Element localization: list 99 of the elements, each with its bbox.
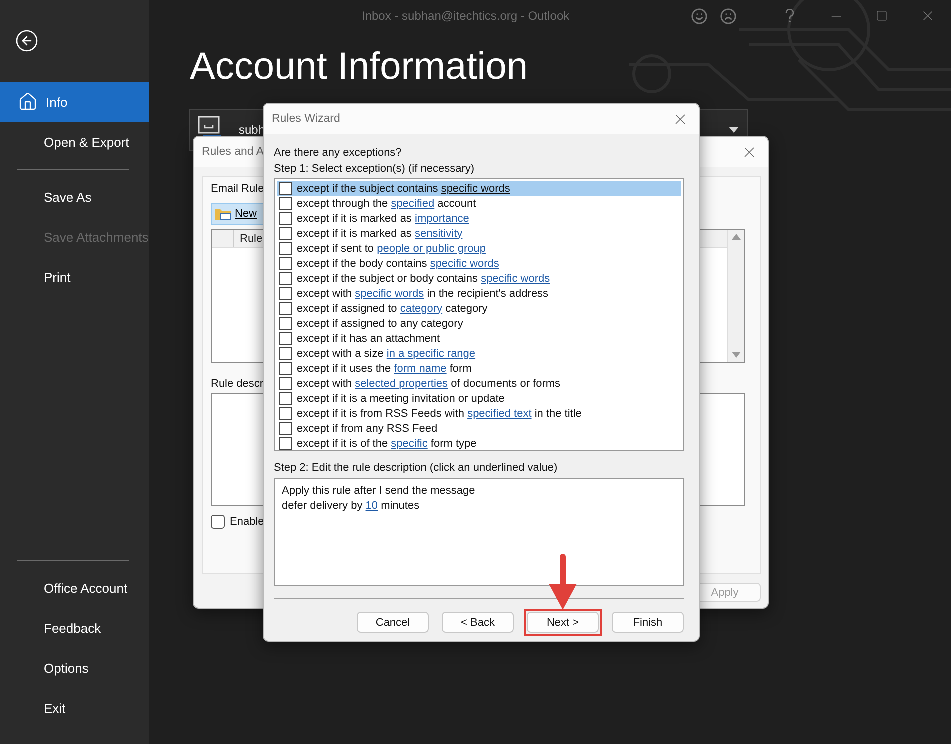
exception-row[interactable]: except if it is marked as sensitivity (277, 226, 681, 241)
description-line: Apply this rule after I send the message (282, 484, 476, 499)
exception-row[interactable]: except if from any RSS Feed (277, 421, 681, 436)
exception-row[interactable]: except with selected properties of documents or forms (277, 376, 681, 391)
exception-row[interactable]: except if the body contains specific words (277, 256, 681, 271)
checkbox[interactable] (279, 392, 292, 405)
exception-label: except if the subject or body contains specific words (297, 272, 550, 284)
tab-label[interactable]: Email Rule (211, 183, 264, 195)
sidebar-item[interactable]: Office Account (0, 568, 149, 608)
exception-row[interactable]: except if it is a meeting invitation or update (277, 391, 681, 406)
exception-label: except if it is marked as sensitivity (297, 228, 463, 240)
link[interactable]: specified text (468, 408, 532, 420)
exception-label: except if assigned to any category (297, 318, 464, 330)
exception-row[interactable]: except if the subject contains specific words (277, 181, 681, 196)
frown-icon[interactable] (720, 8, 737, 24)
exception-label: except if it uses the form name form (297, 362, 472, 374)
exception-row[interactable]: except with a size in a specific range (277, 346, 681, 361)
exception-row[interactable]: except if it has an attachment (277, 331, 681, 346)
link[interactable]: specific words (481, 272, 550, 284)
column-header[interactable]: Rule (234, 232, 263, 244)
exception-label: except if it is a meeting invitation or update (297, 392, 505, 404)
wizard-button[interactable]: < Back (442, 612, 514, 633)
checkbox[interactable] (279, 422, 292, 435)
checkbox[interactable] (279, 302, 292, 315)
wizard-button[interactable]: Next > (527, 612, 599, 633)
exception-row[interactable]: except if it is from RSS Feeds with specified text in the title (277, 406, 681, 421)
sidebar-item[interactable]: Info (0, 82, 149, 122)
exception-label: except if it has an attachment (297, 332, 440, 344)
sidebar-item[interactable]: Options (0, 648, 149, 688)
step-label: Step 2: Edit the rule description (click an underlined value) (274, 461, 559, 476)
exception-row[interactable]: except if it is of the specific form type (277, 436, 681, 451)
checkbox[interactable] (279, 332, 292, 345)
exception-label: except with specific words in the recipient's address (297, 288, 549, 300)
exception-row[interactable]: except if sent to people or public group (277, 241, 681, 256)
exception-row[interactable]: except if the subject or body contains specific words (277, 271, 681, 286)
link[interactable]: specific words (441, 182, 510, 194)
sidebar-item[interactable]: Exit (0, 688, 149, 728)
exception-row[interactable]: except if assigned to any category (277, 316, 681, 331)
exception-label: except if from any RSS Feed (297, 422, 438, 434)
sidebar-item[interactable]: Open & Export (0, 122, 149, 162)
caret-icon (729, 127, 739, 133)
checkbox[interactable] (279, 197, 292, 210)
link[interactable]: specific words (355, 288, 424, 300)
step-label: Step 1: Select exception(s) (if necessary) (274, 162, 476, 177)
home-icon (18, 92, 38, 112)
checkbox[interactable] (211, 515, 225, 529)
link[interactable]: selected properties (355, 378, 448, 390)
link[interactable]: form name (394, 362, 447, 374)
link[interactable]: sensitivity (415, 228, 463, 240)
exception-label: except with a size in a specific range (297, 348, 476, 360)
link[interactable]: 10 (366, 500, 378, 512)
sidebar-item[interactable]: Print (0, 257, 149, 297)
back-icon[interactable] (15, 29, 39, 53)
exception-row[interactable]: except if it uses the form name form (277, 361, 681, 376)
checkbox[interactable] (279, 182, 292, 195)
page-heading: Account Information (190, 46, 529, 89)
description-line: defer delivery by 10 minutes (282, 499, 421, 514)
exception-label: except if assigned to category category (297, 302, 488, 314)
exception-label: except through the specified account (297, 198, 476, 210)
link[interactable]: category (400, 302, 443, 314)
checkbox[interactable] (279, 272, 292, 285)
window-title: Inbox - subhan@itechtics.org - Outlook (362, 9, 570, 23)
checkbox[interactable] (279, 317, 292, 330)
checkbox[interactable] (279, 437, 292, 450)
checkbox[interactable] (279, 362, 292, 375)
link[interactable]: in a specific range (386, 348, 476, 360)
link[interactable]: specific words (430, 258, 500, 270)
help-icon[interactable] (785, 9, 795, 23)
wizard-button[interactable]: Finish (612, 612, 684, 633)
wizard-button[interactable]: Cancel (357, 612, 429, 633)
exception-label: except with selected properties of documents or forms (297, 378, 561, 390)
exception-row[interactable]: except if assigned to category category (277, 301, 681, 316)
section-label: Rule descr (211, 378, 264, 390)
question-text: Are there any exceptions? (274, 146, 403, 161)
dialog-title: Rules Wizard (272, 113, 340, 125)
checkbox[interactable] (279, 347, 292, 360)
link[interactable]: specified (391, 198, 435, 210)
checkbox[interactable] (279, 257, 292, 270)
checkbox-label: Enable (230, 516, 264, 528)
checkbox[interactable] (279, 377, 292, 390)
exception-label: except if the subject contains specific words (297, 182, 510, 194)
exception-label: except if the body contains specific words (297, 258, 500, 270)
checkbox[interactable] (279, 242, 292, 255)
checkbox[interactable] (279, 212, 292, 225)
exception-row[interactable]: except with specific words in the recipient's address (277, 286, 681, 301)
link[interactable]: importance (415, 212, 470, 224)
exception-label: except if sent to people or public group (297, 242, 486, 254)
checkbox[interactable] (279, 287, 292, 300)
exception-label: except if it is of the specific form type (297, 438, 477, 450)
smile-icon[interactable] (691, 8, 708, 24)
link[interactable]: specific (391, 438, 428, 450)
sidebar-item[interactable]: Save As (0, 177, 149, 217)
checkbox[interactable] (279, 407, 292, 420)
sidebar-item[interactable]: Feedback (0, 608, 149, 648)
exception-label: except if it is from RSS Feeds with specified text in the title (297, 408, 582, 420)
exception-label: except if it is marked as importance (297, 212, 470, 224)
checkbox[interactable] (279, 227, 292, 240)
link[interactable]: people or public group (377, 242, 486, 254)
folder-icon (214, 207, 232, 221)
